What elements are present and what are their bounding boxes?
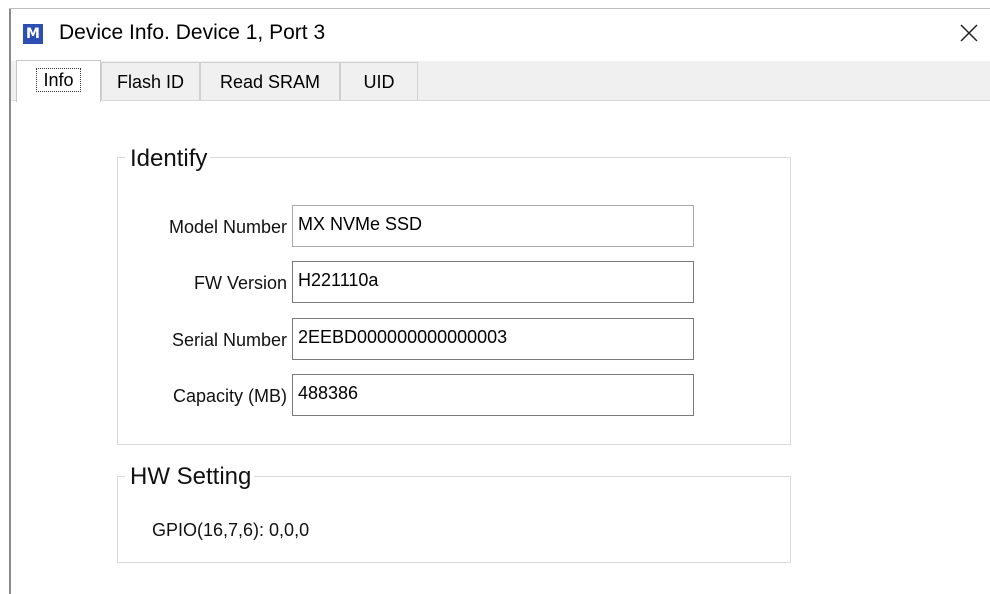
close-icon <box>960 24 978 42</box>
window-title: Device Info. Device 1, Port 3 <box>59 21 326 44</box>
tab-flash-id[interactable]: Flash ID <box>101 62 200 100</box>
model-number-field[interactable]: MX NVMe SSD <box>292 205 694 247</box>
close-button[interactable] <box>949 13 989 53</box>
gpio-status-text: GPIO(16,7,6): 0,0,0 <box>152 520 310 540</box>
title-bar: M Device Info. Device 1, Port 3 <box>11 9 990 61</box>
tab-info-label: Info <box>36 68 81 92</box>
capacity-label: Capacity (MB) <box>172 386 287 406</box>
tab-read-sram-label: Read SRAM <box>219 72 321 92</box>
serial-number-field[interactable]: 2EEBD000000000000003 <box>292 318 694 360</box>
hw-setting-group-title: HW Setting <box>125 462 255 492</box>
identify-group-title: Identify <box>125 144 211 174</box>
app-logo-icon: M <box>23 24 43 44</box>
tab-uid[interactable]: UID <box>340 62 418 100</box>
tab-info[interactable]: Info <box>16 60 101 102</box>
tab-read-sram[interactable]: Read SRAM <box>200 62 340 100</box>
fw-version-label: FW Version <box>193 273 287 293</box>
capacity-field[interactable]: 488386 <box>292 374 694 416</box>
tab-uid-label: UID <box>363 72 395 92</box>
device-info-window: M Device Info. Device 1, Port 3 Info Fla… <box>0 0 990 594</box>
serial-number-label: Serial Number <box>171 330 287 350</box>
fw-version-field[interactable]: H221110a <box>292 261 694 303</box>
model-number-label: Model Number <box>168 217 287 237</box>
tab-flash-id-label: Flash ID <box>116 72 185 92</box>
